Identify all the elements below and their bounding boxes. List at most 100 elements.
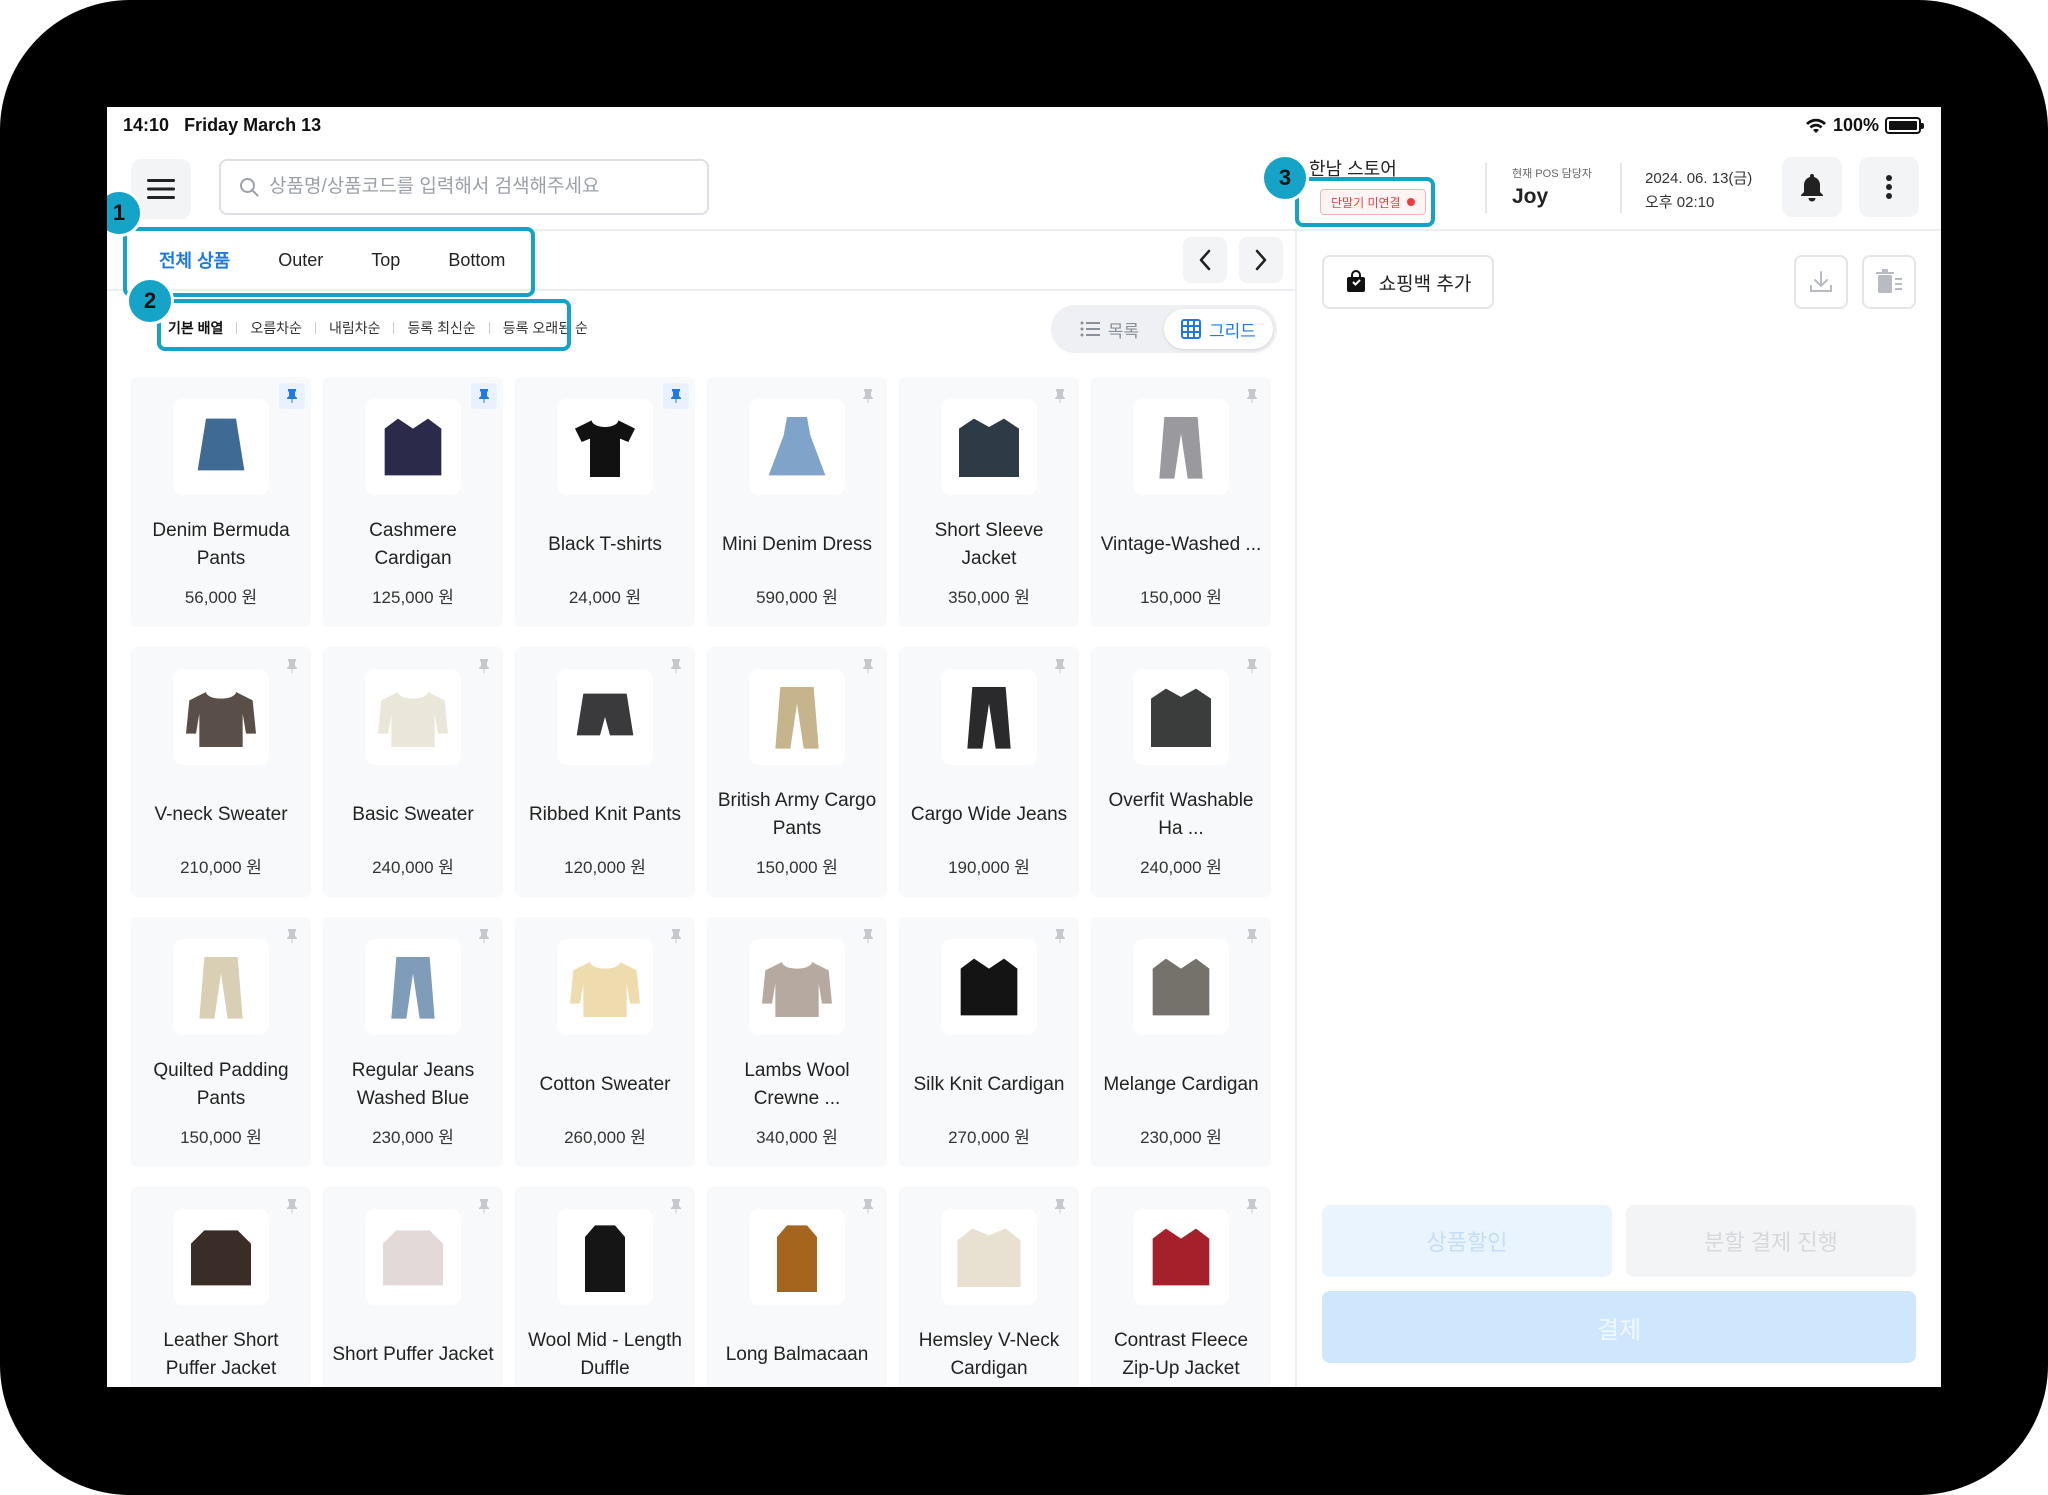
pin-button[interactable] (279, 923, 305, 949)
product-card[interactable]: Basic Sweater 240,000 원 (323, 647, 503, 897)
pin-button[interactable] (1047, 383, 1073, 409)
more-options-button[interactable] (1859, 157, 1919, 217)
product-card[interactable]: Cargo Wide Jeans 190,000 원 (899, 647, 1079, 897)
pants-icon (199, 957, 243, 1019)
product-price: 210,000 원 (180, 858, 262, 877)
pin-button[interactable] (855, 923, 881, 949)
tab-next-button[interactable] (1239, 237, 1283, 283)
product-price: 230,000 원 (1140, 1128, 1222, 1147)
product-price: 150,000 원 (756, 858, 838, 877)
pin-button[interactable] (1047, 923, 1073, 949)
product-image (365, 939, 461, 1035)
pin-button[interactable] (1239, 653, 1265, 679)
product-card[interactable]: Short Puffer Jacket (323, 1187, 503, 1387)
product-price: 260,000 원 (564, 1128, 646, 1147)
pin-button[interactable] (1047, 1193, 1073, 1219)
view-list-option[interactable]: 목록 (1055, 309, 1164, 349)
pin-button[interactable] (471, 653, 497, 679)
product-image (749, 1209, 845, 1305)
tab-prev-button[interactable] (1183, 237, 1227, 283)
product-card[interactable]: Contrast Fleece Zip-Up Jacket (1091, 1187, 1271, 1387)
search-input[interactable] (269, 176, 689, 198)
product-card[interactable]: Melange Cardigan 230,000 원 (1091, 917, 1271, 1167)
pin-button[interactable] (855, 383, 881, 409)
search-icon (240, 178, 259, 197)
pin-button[interactable] (1239, 383, 1265, 409)
cardigan-icon (960, 958, 1018, 1016)
product-name: Ribbed Knit Pants (528, 804, 682, 825)
product-image (1133, 939, 1229, 1035)
pin-icon (1055, 1199, 1065, 1213)
pin-button[interactable] (471, 923, 497, 949)
pin-button[interactable] (663, 383, 689, 409)
product-card[interactable]: Cashmere Cardigan 125,000 원 (323, 377, 503, 627)
pin-button[interactable] (663, 923, 689, 949)
status-time: 14:10 (123, 115, 170, 135)
pin-button[interactable] (471, 1193, 497, 1219)
pin-button[interactable] (663, 1193, 689, 1219)
add-shopping-bag-button[interactable]: 쇼핑백 추가 (1322, 255, 1494, 309)
pin-button[interactable] (279, 653, 305, 679)
product-price: 230,000 원 (372, 1128, 454, 1147)
product-card[interactable]: Denim Bermuda Pants 56,000 원 (131, 377, 311, 627)
product-card[interactable]: Ribbed Knit Pants 120,000 원 (515, 647, 695, 897)
product-card[interactable]: Vintage-Washed ... 150,000 원 (1091, 377, 1271, 627)
pin-icon (1247, 659, 1257, 673)
product-card[interactable]: Overfit Washable Ha ... 240,000 원 (1091, 647, 1271, 897)
product-card[interactable]: Hemsley V-Neck Cardigan (899, 1187, 1079, 1387)
product-grid: Denim Bermuda Pants 56,000 원 Cashmere Card… (131, 377, 1301, 1387)
product-name: British Army Cargo Pants (717, 790, 877, 839)
pants-icon (1159, 417, 1203, 479)
product-card[interactable]: Regular Jeans Washed Blue 230,000 원 (323, 917, 503, 1167)
product-card[interactable]: Lambs Wool Crewne ... 340,000 원 (707, 917, 887, 1167)
product-card[interactable]: Short Sleeve Jacket 350,000 원 (899, 377, 1079, 627)
view-grid-label: 그리드 (1209, 321, 1256, 341)
pin-button[interactable] (663, 653, 689, 679)
pin-icon (863, 929, 873, 943)
pay-button[interactable]: 결제 (1322, 1291, 1916, 1363)
pants-icon (967, 687, 1011, 749)
product-card[interactable]: Cotton Sweater 260,000 원 (515, 917, 695, 1167)
product-image (173, 939, 269, 1035)
product-discount-button[interactable]: 상품할인 (1322, 1205, 1612, 1277)
product-name: Cotton Sweater (539, 1074, 671, 1095)
product-name: Short Sleeve Jacket (934, 520, 1044, 569)
jacket-icon (959, 418, 1019, 477)
product-card[interactable]: Wool Mid - Length Duffle (515, 1187, 695, 1387)
pin-button[interactable] (1239, 1193, 1265, 1219)
pin-button[interactable] (471, 383, 497, 409)
product-name: Leather Short Puffer Jacket (163, 1330, 279, 1379)
product-name: Silk Knit Cardigan (913, 1074, 1065, 1095)
pin-icon (287, 929, 297, 943)
product-card[interactable]: British Army Cargo Pants 150,000 원 (707, 647, 887, 897)
split-payment-button[interactable]: 분할 결제 진행 (1626, 1205, 1916, 1277)
pin-button[interactable] (279, 1193, 305, 1219)
pin-button[interactable] (1239, 923, 1265, 949)
pin-icon (479, 1199, 489, 1213)
battery-icon (1885, 117, 1924, 134)
pin-button[interactable] (855, 653, 881, 679)
pin-icon (287, 389, 297, 403)
product-card[interactable]: V-neck Sweater 210,000 원 (131, 647, 311, 897)
pin-button[interactable] (1047, 653, 1073, 679)
product-name: Black T-shirts (548, 534, 662, 555)
clear-cart-button[interactable] (1862, 255, 1916, 309)
view-grid-option[interactable]: 그리드 (1164, 309, 1273, 349)
denim-skirt-icon (197, 418, 245, 471)
product-card[interactable]: Black T-shirts 24,000 원 (515, 377, 695, 627)
pin-button[interactable] (279, 383, 305, 409)
product-card[interactable]: Mini Denim Dress 590,000 원 (707, 377, 887, 627)
pin-button[interactable] (855, 1193, 881, 1219)
search-box[interactable] (219, 159, 709, 215)
download-button[interactable] (1794, 255, 1848, 309)
status-bar: 14:10 Friday March 13 100% (107, 107, 1941, 147)
product-card[interactable]: Quilted Padding Pants 150,000 원 (131, 917, 311, 1167)
product-card[interactable]: Leather Short Puffer Jacket (131, 1187, 311, 1387)
product-card[interactable]: Silk Knit Cardigan 270,000 원 (899, 917, 1079, 1167)
product-name: Regular Jeans Washed Blue (351, 1060, 475, 1109)
notification-button[interactable] (1782, 157, 1842, 217)
product-name: Denim Bermuda Pants (152, 520, 290, 569)
product-card[interactable]: Long Balmacaan (707, 1187, 887, 1387)
pin-icon (1247, 929, 1257, 943)
pin-icon (479, 659, 489, 673)
